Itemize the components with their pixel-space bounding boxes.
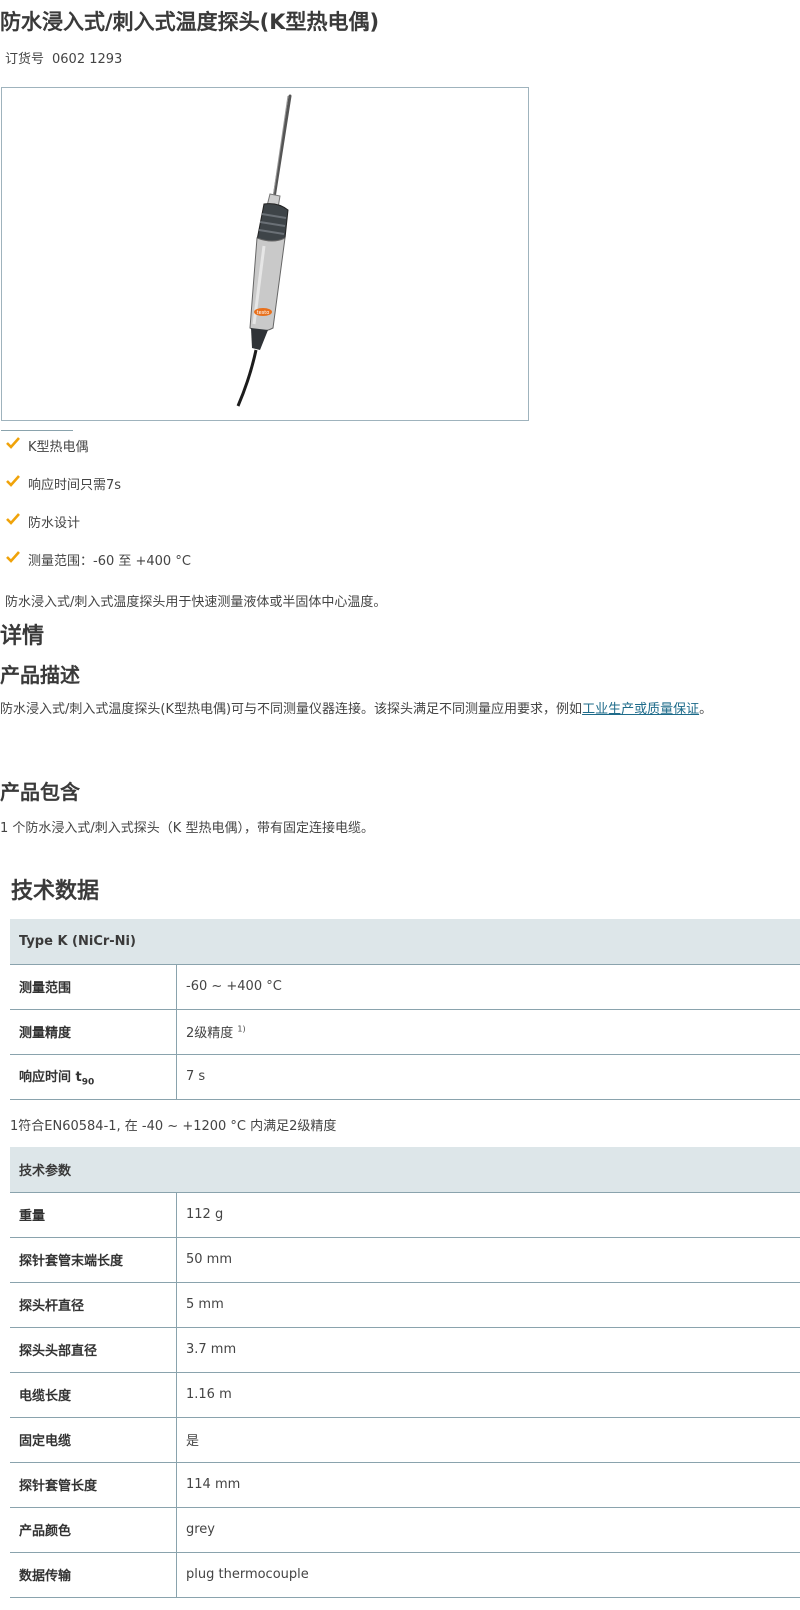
spec-key: 响应时间 t <box>19 1069 82 1085</box>
feature-text: K型热电偶 <box>28 440 89 455</box>
table-row: 数据传输 plug thermocouple <box>10 1552 800 1598</box>
table-header-row: 技术参数 <box>10 1147 800 1193</box>
table-row: 测量范围 -60 ~ +400 °C <box>10 964 800 1010</box>
spec-key: 产品颜色 <box>10 1507 177 1553</box>
details-heading: 详情 <box>0 624 45 649</box>
spec-value: 112 g <box>176 1192 800 1238</box>
spec-value: 50 mm <box>176 1237 800 1283</box>
feature-item: 测量范围：-60 至 +400 °C <box>0 550 191 588</box>
feature-item: 防水设计 <box>0 512 191 550</box>
page-title: 防水浸入式/刺入式温度探头(K型热电偶) <box>0 10 380 34</box>
table-row: 产品颜色 grey <box>10 1507 800 1553</box>
spec-key: 探针套管末端长度 <box>10 1237 177 1283</box>
feature-text: 测量范围：-60 至 +400 °C <box>28 554 191 569</box>
table-row: 探针套管长度 114 mm <box>10 1462 800 1508</box>
tech-data-heading: 技术数据 <box>11 879 100 904</box>
table-row: 测量精度 2级精度 1) <box>10 1009 800 1055</box>
product-image[interactable]: testo <box>1 87 529 421</box>
feature-item: 响应时间只需7s <box>0 474 191 512</box>
feature-text: 响应时间只需7s <box>28 478 122 493</box>
spec-value-cell: 2级精度 1) <box>176 1009 800 1055</box>
spec-key: 测量范围 <box>10 964 177 1010</box>
footnote-marker: 1) <box>237 1024 246 1034</box>
feature-list: K型热电偶 响应时间只需7s 防水设计 测量范围：-60 至 +400 °C <box>0 436 191 588</box>
check-icon <box>6 513 20 525</box>
table-row: 探针套管末端长度 50 mm <box>10 1237 800 1283</box>
industry-link[interactable]: 工业生产或质量保证 <box>582 702 699 717</box>
order-value: 0602 1293 <box>52 52 123 67</box>
spec-value: 114 mm <box>176 1462 800 1508</box>
spec-key-cell: 响应时间 t90 <box>10 1054 177 1100</box>
check-icon <box>6 437 20 449</box>
spec-key: 重量 <box>10 1192 177 1238</box>
spec-key: 探头杆直径 <box>10 1282 177 1328</box>
table-row: 探头杆直径 5 mm <box>10 1282 800 1328</box>
spec-key: 电缆长度 <box>10 1372 177 1418</box>
check-icon <box>6 475 20 487</box>
order-number: 订货号 0602 1293 <box>5 48 122 67</box>
spec-key: 探针套管长度 <box>10 1462 177 1508</box>
spec-value: grey <box>176 1507 800 1553</box>
order-label: 订货号 <box>5 52 45 67</box>
spec-value: 1.16 m <box>176 1372 800 1418</box>
description-heading: 产品描述 <box>0 663 80 687</box>
contents-text: 1 个防水浸入式/刺入式探头（K 型热电偶），带有固定连接电缆。 <box>0 821 374 836</box>
table-header-row: Type K (NiCr-Ni) <box>10 919 800 965</box>
feature-item: K型热电偶 <box>0 436 191 474</box>
spec-value: 7 s <box>176 1054 800 1100</box>
description-end: 。 <box>699 702 713 717</box>
footnote: 1符合EN60584-1, 在 -40 ~ +1200 °C 内满足2级精度 <box>10 1119 337 1134</box>
contents-heading: 产品包含 <box>0 780 80 804</box>
table-row: 响应时间 t90 7 s <box>10 1054 800 1100</box>
spec-key: 数据传输 <box>10 1552 177 1598</box>
spec-key: 固定电缆 <box>10 1417 177 1463</box>
table-row: 重量 112 g <box>10 1192 800 1238</box>
table-header: Type K (NiCr-Ni) <box>10 919 800 965</box>
product-page: 防水浸入式/刺入式温度探头(K型热电偶) 订货号 0602 1293 testo <box>0 0 800 1610</box>
check-icon <box>6 551 20 563</box>
thumbnail-indicator <box>1 430 73 431</box>
spec-key: 探头头部直径 <box>10 1327 177 1373</box>
spec-key-subscript: 90 <box>81 1077 95 1088</box>
tech-table-typek: Type K (NiCr-Ni) 测量范围 -60 ~ +400 °C 测量精度… <box>10 919 800 1100</box>
table-row: 固定电缆是 <box>10 1417 800 1463</box>
intro-text: 防水浸入式/刺入式温度探头用于快速测量液体或半固体中心温度。 <box>5 595 387 610</box>
spec-value: -60 ~ +400 °C <box>176 964 800 1010</box>
description-text: 防水浸入式/刺入式温度探头(K型热电偶)可与不同测量仪器连接。该探头满足不同测量… <box>0 700 740 719</box>
spec-key: 测量精度 <box>10 1009 177 1055</box>
description-body: 防水浸入式/刺入式温度探头(K型热电偶)可与不同测量仪器连接。该探头满足不同测量… <box>0 702 583 717</box>
feature-text: 防水设计 <box>28 516 81 531</box>
spec-value: 3.7 mm <box>176 1327 800 1373</box>
spec-value: 5 mm <box>176 1282 800 1328</box>
table-row: 电缆长度 1.16 m <box>10 1372 800 1418</box>
tech-table-params: 技术参数 重量 112 g 探针套管末端长度 50 mm 探头杆直径 5 mm 探头头… <box>10 1147 800 1598</box>
spec-value: 2级精度 <box>186 1026 234 1041</box>
spec-value: 是 <box>176 1417 800 1463</box>
spec-value: plug thermocouple <box>176 1552 800 1598</box>
table-header: 技术参数 <box>10 1147 800 1193</box>
brand-logo: testo <box>257 310 270 316</box>
table-row: 探头头部直径 3.7 mm <box>10 1327 800 1373</box>
temperature-probe-image: testo <box>236 94 292 407</box>
